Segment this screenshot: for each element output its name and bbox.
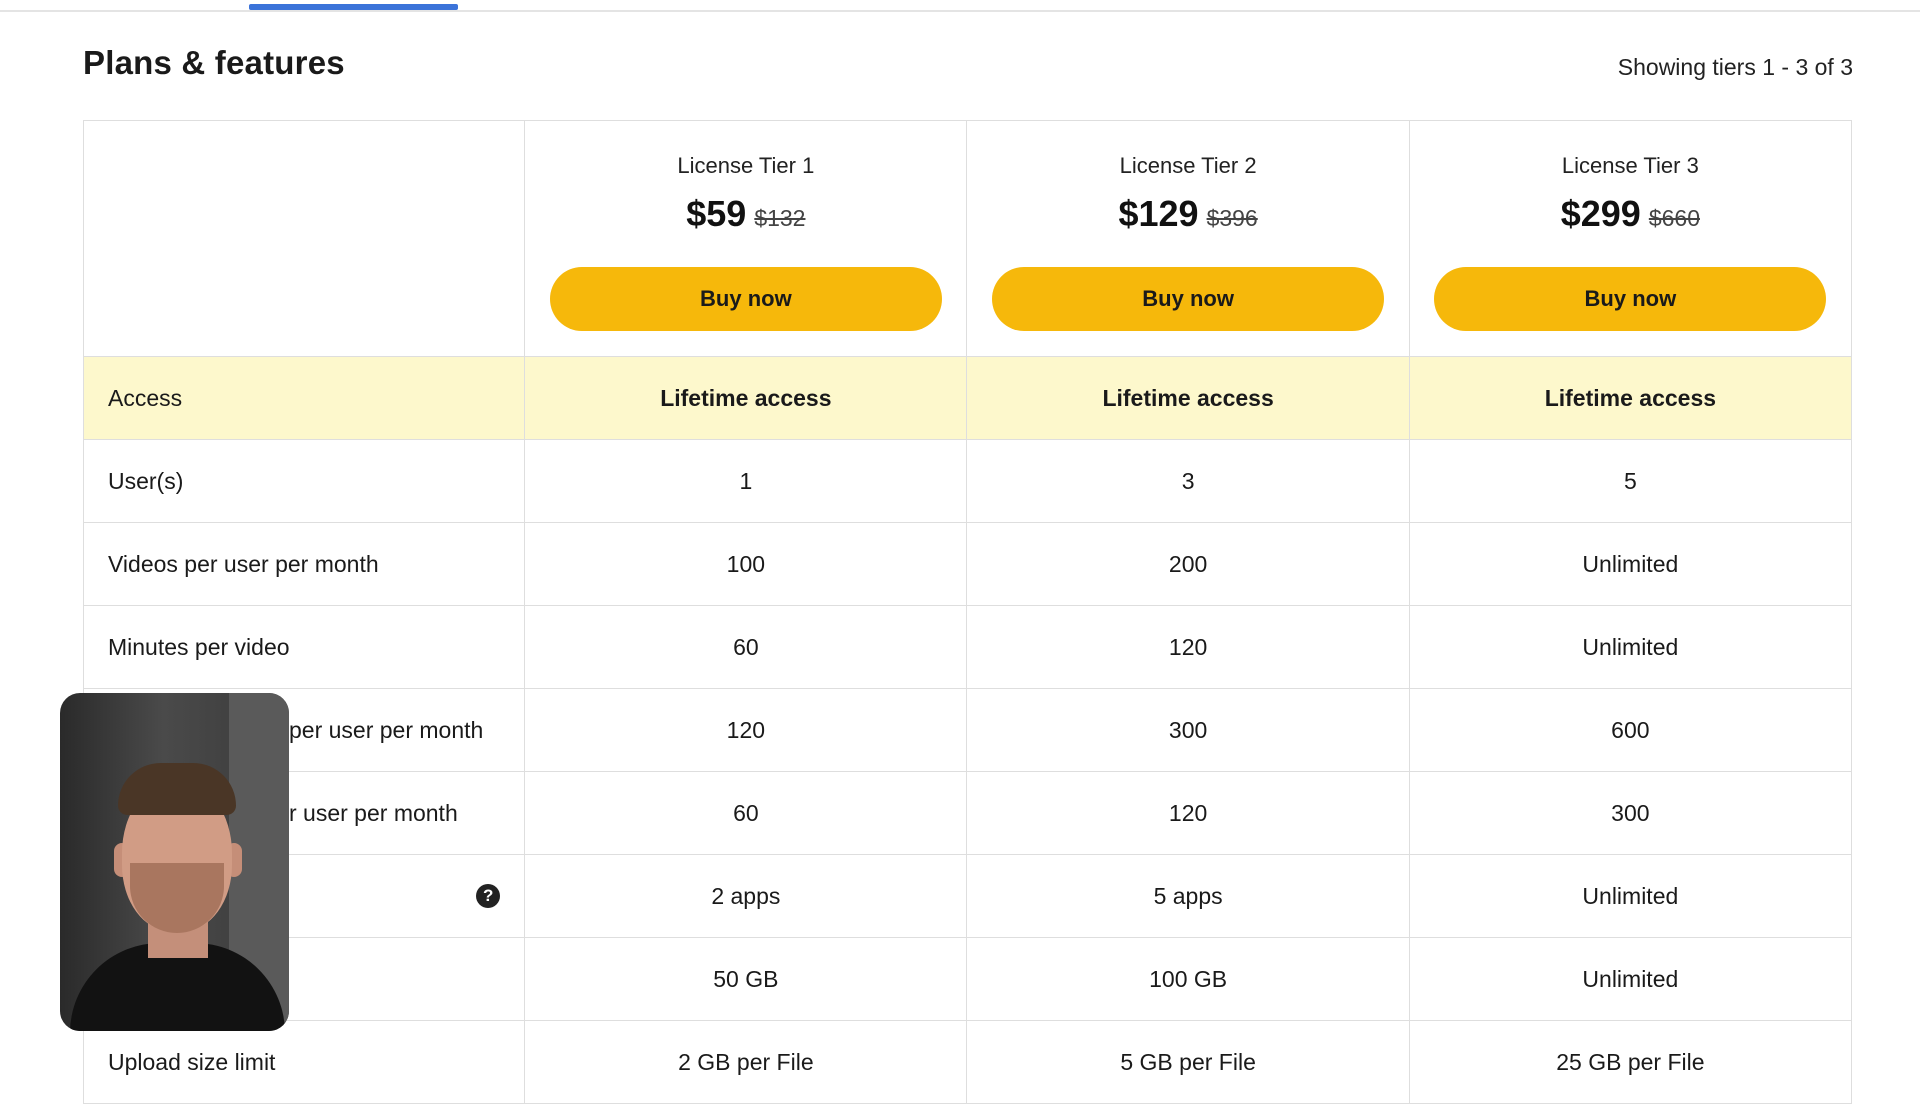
feature-value: 60 xyxy=(524,771,968,855)
feature-value: Lifetime access xyxy=(966,356,1410,440)
feature-value: 300 xyxy=(966,688,1410,772)
help-circle-icon[interactable]: ? xyxy=(476,884,501,908)
tier-card: License Tier 3 $299 $660 Buy now xyxy=(1408,120,1853,357)
tier-original-price: $396 xyxy=(1206,205,1258,231)
feature-row: r user per month 60 120 300 xyxy=(82,771,1853,855)
tier-original-price: $132 xyxy=(754,205,806,231)
feature-value: 300 xyxy=(1408,771,1853,855)
buy-now-button-tier-3[interactable]: Buy now xyxy=(1434,267,1827,331)
feature-row-videos: Videos per user per month 100 200 Unlimi… xyxy=(82,522,1853,606)
feature-value: 60 xyxy=(524,605,968,689)
tier-card: License Tier 2 $129 $396 Buy now xyxy=(966,120,1410,357)
feature-label: Upload size limit xyxy=(82,1020,526,1104)
feature-value: Lifetime access xyxy=(1408,356,1853,440)
feature-value: 25 GB per File xyxy=(1408,1020,1853,1104)
price-line: $299 $660 xyxy=(1410,193,1851,237)
feature-value: Lifetime access xyxy=(524,356,968,440)
feature-value: 120 xyxy=(524,688,968,772)
feature-row-apps: ? 2 apps 5 apps Unlimited xyxy=(82,854,1853,938)
feature-row-upload-limit: Upload size limit 2 GB per File 5 GB per… xyxy=(82,1020,1853,1104)
feature-value: Unlimited xyxy=(1408,605,1853,689)
page-title: Plans & features xyxy=(83,44,345,81)
tier-count: Showing tiers 1 - 3 of 3 xyxy=(1617,54,1853,80)
feature-label: Access xyxy=(82,356,526,440)
feature-value: 100 xyxy=(524,522,968,606)
feature-value: 3 xyxy=(966,439,1410,523)
feature-value: 5 GB per File xyxy=(966,1020,1410,1104)
feature-row-access: Access Lifetime access Lifetime access L… xyxy=(82,356,1853,440)
tier-name: License Tier 2 xyxy=(1119,153,1257,178)
feature-value: 200 xyxy=(966,522,1410,606)
tier-card: License Tier 1 $59 $132 Buy now xyxy=(524,120,968,357)
feature-value: 600 xyxy=(1408,688,1853,772)
feature-row-minutes: Minutes per video 60 120 Unlimited xyxy=(82,605,1853,689)
presenter-video-overlay xyxy=(60,693,289,1031)
header-empty-cell xyxy=(82,120,526,357)
tier-price: $129 xyxy=(1118,193,1199,234)
feature-row-users: User(s) 1 3 5 xyxy=(82,439,1853,523)
feature-value: 2 apps xyxy=(524,854,968,938)
feature-value: 5 xyxy=(1408,439,1853,523)
feature-value: 50 GB xyxy=(524,937,968,1021)
feature-row: per user per month 120 300 600 xyxy=(82,688,1853,772)
feature-label: User(s) xyxy=(82,439,526,523)
feature-value: 2 GB per File xyxy=(524,1020,968,1104)
feature-value: 120 xyxy=(966,605,1410,689)
active-tab-indicator xyxy=(249,4,458,10)
feature-value: 1 xyxy=(524,439,968,523)
tier-price: $299 xyxy=(1560,193,1641,234)
tier-original-price: $660 xyxy=(1648,205,1700,231)
tier-header-row: License Tier 1 $59 $132 Buy now License T… xyxy=(82,120,1853,357)
buy-now-button-tier-1[interactable]: Buy now xyxy=(549,267,942,331)
tier-price: $59 xyxy=(686,193,747,234)
buy-now-button-tier-2[interactable]: Buy now xyxy=(992,267,1385,331)
feature-value: Unlimited xyxy=(1408,937,1853,1021)
presenter-beard xyxy=(130,863,224,933)
feature-label: Minutes per video xyxy=(82,605,526,689)
feature-value: Unlimited xyxy=(1408,522,1853,606)
presenter-hair xyxy=(118,763,236,815)
plans-table: License Tier 1 $59 $132 Buy now License T… xyxy=(82,120,1853,1104)
feature-value: 120 xyxy=(966,771,1410,855)
tier-name: License Tier 1 xyxy=(677,153,815,178)
feature-value: 5 apps xyxy=(966,854,1410,938)
price-line: $129 $396 xyxy=(967,193,1408,237)
feature-row-storage: 50 GB 100 GB Unlimited xyxy=(82,937,1853,1021)
feature-label: Videos per user per month xyxy=(82,522,526,606)
feature-value: 100 GB xyxy=(966,937,1410,1021)
feature-value: Unlimited xyxy=(1408,854,1853,938)
top-divider xyxy=(0,10,1920,12)
tier-name: License Tier 3 xyxy=(1561,153,1699,178)
price-line: $59 $132 xyxy=(525,193,966,237)
